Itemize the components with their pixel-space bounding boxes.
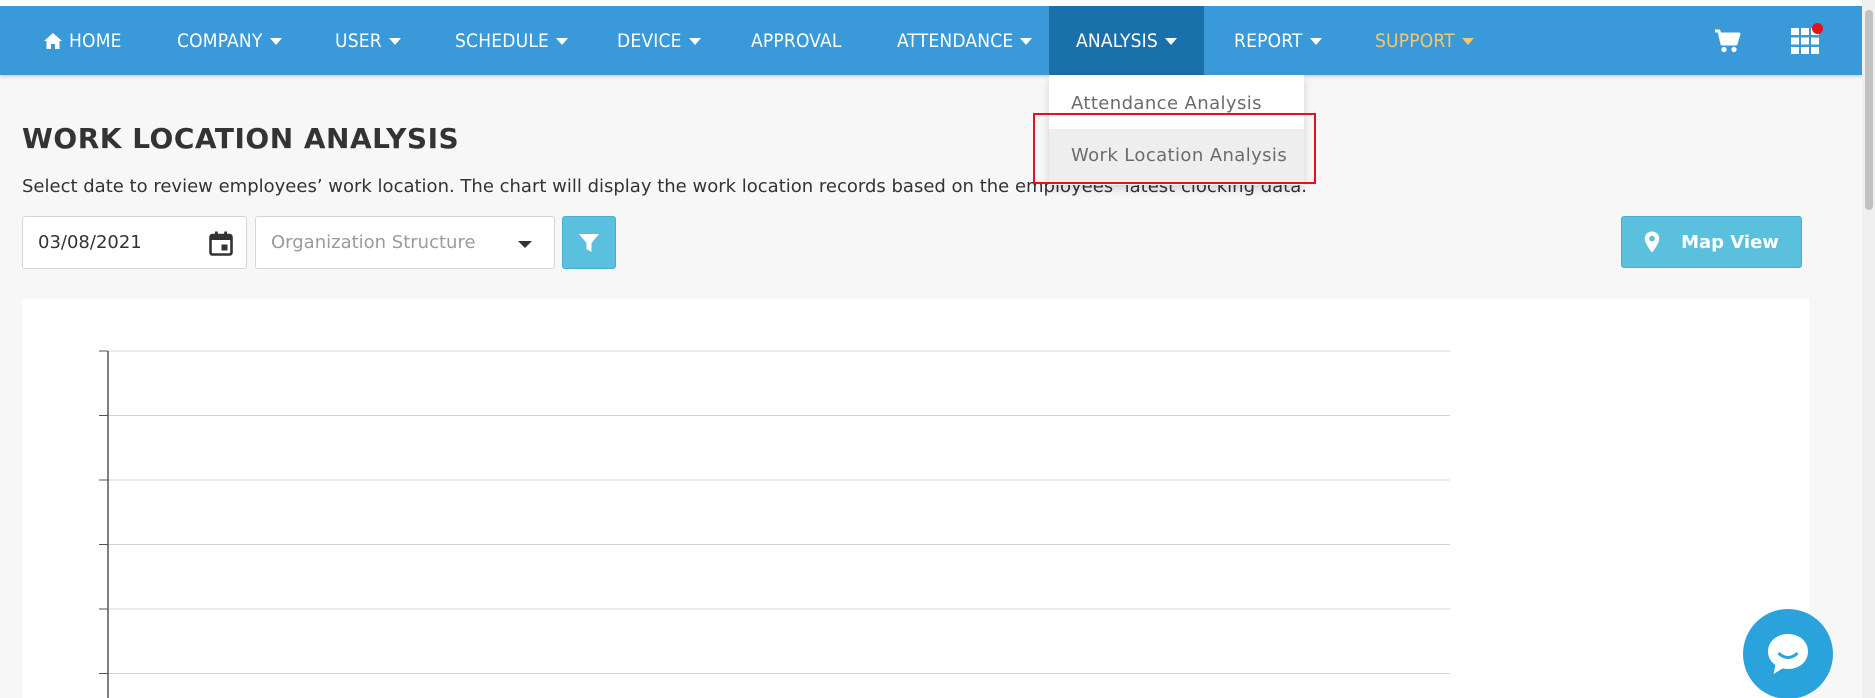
chevron-down-icon (388, 38, 401, 45)
chart-svg (99, 350, 1450, 698)
chevron-down-icon (269, 38, 282, 45)
date-picker[interactable]: 03/08/2021 (22, 216, 247, 269)
chevron-down-icon (1020, 38, 1033, 45)
filter-button[interactable] (562, 216, 616, 269)
menu-item-label: Attendance Analysis (1071, 93, 1262, 114)
nav-attendance[interactable]: ATTENDANCE (897, 6, 1033, 75)
chart-gridlines (99, 350, 1450, 698)
nav-attendance-label: ATTENDANCE (897, 29, 1014, 52)
nav-approval[interactable]: APPROVAL (751, 6, 842, 75)
org-select-placeholder: Organization Structure (271, 232, 476, 253)
nav-schedule-label: SCHEDULE (455, 29, 550, 52)
page-title: WORK LOCATION ANALYSIS (22, 122, 460, 155)
date-value: 03/08/2021 (38, 232, 142, 253)
nav-home[interactable]: HOME (43, 6, 122, 75)
organization-structure-select[interactable]: Organization Structure (255, 216, 555, 269)
calendar-icon[interactable] (209, 231, 233, 256)
chevron-down-icon (556, 38, 569, 45)
nav-analysis-label: ANALYSIS (1076, 29, 1158, 52)
highlight-annotation-box (1033, 113, 1316, 184)
filter-icon (579, 233, 599, 252)
nav-user[interactable]: USER (335, 6, 401, 75)
nav-analysis[interactable]: ANALYSIS (1049, 6, 1204, 75)
nav-home-label: HOME (69, 29, 122, 52)
home-icon (44, 32, 62, 49)
map-view-label: Map View (1681, 231, 1779, 253)
nav-support[interactable]: SUPPORT (1375, 6, 1474, 75)
chevron-down-icon (1309, 38, 1322, 45)
nav-approval-label: APPROVAL (751, 29, 842, 52)
notification-dot (1812, 23, 1823, 34)
chevron-down-icon (518, 241, 532, 248)
nav-schedule[interactable]: SCHEDULE (455, 6, 569, 75)
cart-icon[interactable] (1714, 28, 1742, 54)
nav-report-label: REPORT (1234, 29, 1303, 52)
chat-widget-button[interactable] (1743, 609, 1833, 698)
nav-company-label: COMPANY (177, 29, 263, 52)
chevron-down-icon (688, 38, 701, 45)
chevron-down-icon (1461, 38, 1474, 45)
nav-user-label: USER (335, 29, 382, 52)
nav-device-label: DEVICE (617, 29, 682, 52)
map-pin-icon (1644, 231, 1660, 253)
nav-support-label: SUPPORT (1375, 29, 1455, 52)
work-location-chart (22, 299, 1809, 698)
chat-icon (1768, 634, 1808, 674)
scrollbar-thumb[interactable] (1865, 10, 1873, 210)
main-navbar: HOME COMPANY USER SCHEDULE DEVICE APPROV… (0, 6, 1862, 75)
map-view-button[interactable]: Map View (1621, 216, 1802, 268)
nav-device[interactable]: DEVICE (617, 6, 701, 75)
nav-company[interactable]: COMPANY (177, 6, 282, 75)
nav-report[interactable]: REPORT (1234, 6, 1322, 75)
chevron-down-icon (1164, 38, 1177, 45)
